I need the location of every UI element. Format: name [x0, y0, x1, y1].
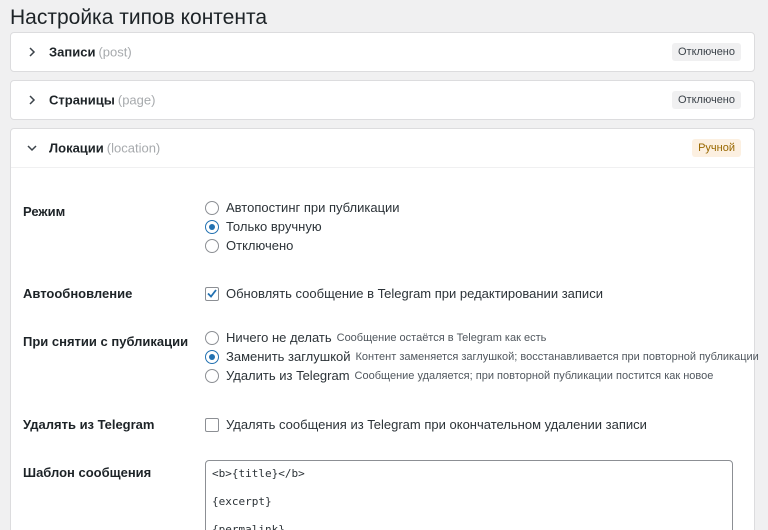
page-title: Настройка типов контента — [10, 6, 268, 29]
panel-slug: (location) — [106, 140, 161, 156]
panel-slug: (page) — [117, 92, 156, 108]
panel-post-header[interactable]: Записи (post) Отключено — [11, 33, 754, 71]
panel-post-title: Записи (post) — [49, 45, 132, 60]
checkbox-label: Обновлять сообщение в Telegram при редак… — [226, 286, 603, 301]
radio-button[interactable] — [205, 200, 219, 215]
autoupdate-checkbox-row[interactable]: Обновлять сообщение в Telegram при редак… — [205, 286, 603, 301]
status-badge: Ручной — [692, 139, 741, 157]
chevron-down-icon — [27, 143, 37, 153]
unpublish-option-nothing[interactable]: Ничего не делать Сообщение остаётся в Te… — [205, 330, 546, 345]
panel-location-header[interactable]: Локации (location) Ручной — [11, 129, 754, 167]
panel-title-text: Страницы — [49, 92, 115, 108]
radio-button[interactable] — [205, 219, 219, 234]
option-label: Только вручную — [226, 219, 322, 234]
panel-title-text: Записи — [49, 44, 96, 60]
panel-post: Записи (post) Отключено — [10, 32, 755, 72]
radio-button[interactable] — [205, 349, 219, 364]
template-line: <b>{title}</b> — [212, 467, 305, 480]
panel-location-title: Локации (location) — [49, 141, 160, 156]
option-hint: Сообщение удаляется; при повторной публи… — [354, 369, 714, 382]
mode-label: Режим — [23, 204, 66, 219]
radio-button[interactable] — [205, 238, 219, 253]
option-hint: Контент заменяется заглушкой; восстанавл… — [355, 350, 759, 363]
status-badge: Отключено — [672, 43, 741, 61]
panel-slug: (post) — [98, 44, 132, 60]
option-label: Ничего не делать — [226, 330, 332, 345]
delete-label: Удалять из Telegram — [23, 417, 155, 432]
panel-page-title: Страницы (page) — [49, 93, 155, 108]
option-label: Удалить из Telegram — [226, 368, 350, 383]
delete-checkbox[interactable] — [205, 417, 219, 432]
option-label: Автопостинг при публикации — [226, 200, 400, 215]
template-line: {excerpt} — [212, 495, 272, 508]
unpublish-option-stub[interactable]: Заменить заглушкой Контент заменяется за… — [205, 349, 759, 364]
status-badge: Отключено — [672, 91, 741, 109]
autoupdate-label: Автообновление — [23, 286, 133, 301]
mode-option-disabled[interactable]: Отключено — [205, 238, 293, 253]
delete-checkbox-row[interactable]: Удалять сообщения из Telegram при оконча… — [205, 417, 647, 432]
unpublish-label: При снятии с публикации — [23, 334, 189, 349]
radio-button[interactable] — [205, 330, 219, 345]
checkmark-icon — [207, 289, 217, 298]
unpublish-option-delete[interactable]: Удалить из Telegram Сообщение удаляется;… — [205, 368, 713, 383]
checkbox-label: Удалять сообщения из Telegram при оконча… — [226, 417, 647, 432]
option-label: Отключено — [226, 238, 294, 253]
template-line: {permalink} — [212, 523, 285, 530]
template-textarea[interactable]: <b>{title}</b> {excerpt} {permalink} — [205, 460, 733, 530]
panel-page-header[interactable]: Страницы (page) Отключено — [11, 81, 754, 119]
radio-button[interactable] — [205, 368, 219, 383]
autoupdate-checkbox[interactable] — [205, 286, 219, 301]
panel-title-text: Локации — [49, 140, 104, 156]
panel-location: Локации (location) Ручной Режим Автопости… — [10, 128, 759, 530]
option-hint: Сообщение остаётся в Telegram как есть — [336, 331, 547, 344]
chevron-right-icon — [27, 47, 37, 57]
chevron-right-icon — [27, 95, 37, 105]
mode-option-manual[interactable]: Только вручную — [205, 219, 322, 234]
template-label: Шаблон сообщения — [23, 465, 152, 480]
panel-location-body: Режим Автопостинг при публикации Только … — [11, 167, 759, 530]
mode-option-autopost[interactable]: Автопостинг при публикации — [205, 200, 400, 215]
panel-page: Страницы (page) Отключено — [10, 80, 755, 120]
option-label: Заменить заглушкой — [226, 349, 351, 364]
